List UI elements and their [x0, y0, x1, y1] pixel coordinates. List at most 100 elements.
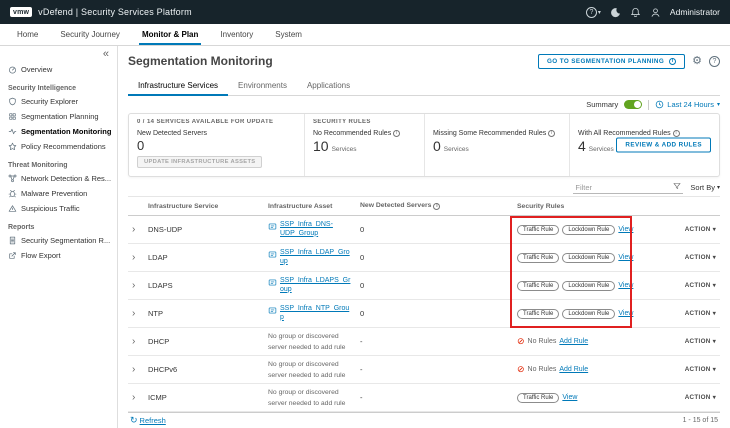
col-infrastructure-asset: Infrastructure Asset	[264, 197, 356, 216]
update-infrastructure-assets-button[interactable]: UPDATE INFRASTRUCTURE ASSETS	[137, 156, 262, 168]
action-dropdown[interactable]: ACTION ▾	[643, 356, 720, 384]
expand-row-icon[interactable]: ›	[132, 364, 135, 375]
action-dropdown[interactable]: ACTION ▾	[643, 384, 720, 412]
tab-environments[interactable]: Environments	[228, 78, 297, 95]
add-rule-link[interactable]: Add Rule	[559, 366, 588, 373]
missing-some-rules-count: 0	[433, 139, 441, 154]
view-rules-link[interactable]: View	[618, 226, 633, 233]
nav-item-home[interactable]: Home	[6, 24, 49, 45]
help-icon: ?	[586, 7, 597, 18]
card-label: New Detected Servers	[137, 130, 207, 137]
star-icon	[8, 142, 17, 151]
tab-applications[interactable]: Applications	[297, 78, 360, 95]
action-dropdown[interactable]: ACTION ▾	[643, 216, 720, 244]
nav-item-inventory[interactable]: Inventory	[209, 24, 264, 45]
sidebar-item-security-segmentation-report[interactable]: Security Segmentation R...	[0, 233, 117, 248]
tab-infrastructure-services[interactable]: Infrastructure Services	[128, 78, 228, 95]
action-dropdown[interactable]: ACTION ▾	[643, 328, 720, 356]
filter-icon[interactable]	[673, 182, 681, 192]
nav-item-system[interactable]: System	[264, 24, 313, 45]
shield-icon	[8, 97, 17, 106]
new-servers-count: -	[356, 328, 513, 356]
traffic-rule-badge: Traffic Rule	[517, 225, 559, 235]
user-icon	[650, 7, 661, 18]
sidebar-item-overview[interactable]: Overview	[0, 62, 117, 77]
expand-row-icon[interactable]: ›	[132, 280, 135, 291]
table-row: › LDAPS SSP_Infra_LDAPS_Group 0 Traffic	[128, 272, 720, 300]
go-to-segmentation-planning-button[interactable]: GO TO SEGMENTATION PLANNING i	[538, 54, 685, 69]
pulse-icon	[8, 127, 17, 136]
table-row: › DNS-UDP SSP_Infra_DNS-UDP_Group 0 Traf	[128, 216, 720, 244]
gauge-icon	[8, 65, 17, 74]
traffic-rule-badge: Traffic Rule	[517, 281, 559, 291]
table-row: › ICMP No group or discovered server nee…	[128, 384, 720, 412]
table-header-row: Infrastructure Service Infrastructure As…	[128, 197, 720, 216]
filter-input[interactable]	[575, 183, 670, 192]
chevron-down-icon: ▾	[717, 102, 720, 108]
service-name: DHCP	[144, 328, 264, 356]
info-icon[interactable]: i	[673, 130, 680, 137]
view-rules-link[interactable]: View	[618, 282, 633, 289]
view-rules-link[interactable]: View	[618, 254, 633, 261]
help-menu[interactable]: ? ▾	[586, 7, 601, 18]
app-window: vmw vDefend | Security Services Platform…	[0, 0, 730, 428]
sort-by-dropdown[interactable]: Sort By ▾	[690, 183, 720, 192]
main-content: Segmentation Monitoring GO TO SEGMENTATI…	[118, 46, 730, 428]
action-dropdown[interactable]: ACTION ▾	[643, 244, 720, 272]
expand-row-icon[interactable]: ›	[132, 336, 135, 347]
sidebar-item-malware-prevention[interactable]: Malware Prevention	[0, 186, 117, 201]
service-name: LDAPS	[144, 272, 264, 300]
sidebar-item-flow-export[interactable]: Flow Export	[0, 248, 117, 263]
action-dropdown[interactable]: ACTION ▾	[643, 300, 720, 328]
asset-link[interactable]: SSP_Infra_LDAP_Group	[280, 249, 352, 267]
view-rules-link[interactable]: View	[562, 394, 577, 401]
new-servers-count: 0	[356, 272, 513, 300]
info-icon[interactable]: i	[433, 203, 440, 210]
summary-toggle[interactable]	[624, 100, 642, 109]
user-menu[interactable]	[650, 7, 661, 18]
gear-icon[interactable]: ⚙	[692, 56, 702, 67]
sidebar-item-network-detection[interactable]: Network Detection & Res...	[0, 171, 117, 186]
sidebar-item-segmentation-planning[interactable]: Segmentation Planning	[0, 109, 117, 124]
table-footer: ↻ Refresh 1 - 15 of 15	[128, 412, 720, 428]
sidebar-item-suspicious-traffic[interactable]: Suspicious Traffic	[0, 201, 117, 216]
chevron-down-icon: ▾	[598, 9, 601, 16]
refresh-icon: ↻	[130, 416, 138, 425]
expand-row-icon[interactable]: ›	[132, 308, 135, 319]
service-name: ICMP	[144, 384, 264, 412]
time-range-dropdown[interactable]: Last 24 Hours ▾	[655, 100, 720, 109]
divider	[648, 100, 649, 110]
sidebar-collapse-icon[interactable]: «	[0, 48, 117, 62]
nav-item-monitor-plan[interactable]: Monitor & Plan	[131, 24, 209, 45]
no-recommended-rules-count: 10	[313, 139, 329, 154]
theme-toggle[interactable]	[610, 7, 621, 18]
expand-row-icon[interactable]: ›	[132, 224, 135, 235]
asset-link[interactable]: SSP_Infra_LDAPS_Group	[280, 277, 352, 295]
username-label[interactable]: Administrator	[670, 7, 720, 17]
notifications-button[interactable]	[630, 7, 641, 18]
asset-link[interactable]: SSP_Infra_DNS-UDP_Group	[280, 221, 352, 239]
chevron-down-icon: ▾	[713, 283, 716, 289]
help-icon[interactable]: ?	[709, 56, 720, 67]
sidebar-item-policy-recommendations[interactable]: Policy Recommendations	[0, 139, 117, 154]
add-rule-link[interactable]: Add Rule	[559, 338, 588, 345]
expand-row-icon[interactable]: ›	[132, 392, 135, 403]
expand-row-icon[interactable]: ›	[132, 252, 135, 263]
view-rules-link[interactable]: View	[618, 310, 633, 317]
card-with-all-rules: With All Recommended Rules i 4 Services …	[569, 114, 719, 176]
refresh-link[interactable]: ↻ Refresh	[130, 416, 166, 425]
action-dropdown[interactable]: ACTION ▾	[643, 272, 720, 300]
sidebar-item-security-explorer[interactable]: Security Explorer	[0, 94, 117, 109]
group-icon	[268, 278, 277, 287]
review-add-rules-button[interactable]: REVIEW & ADD RULES	[616, 138, 711, 153]
unit-label: Services	[444, 146, 469, 154]
no-rules-status: ⊘ No Rules Add Rule	[517, 365, 588, 374]
no-rules-icon: ⊘	[517, 337, 525, 346]
sidebar-item-segmentation-monitoring[interactable]: Segmentation Monitoring	[0, 124, 117, 139]
info-icon[interactable]: i	[548, 130, 555, 137]
summary-cards: 0 / 14 SERVICES AVAILABLE FOR UPDATE New…	[128, 113, 720, 177]
info-icon[interactable]: i	[393, 130, 400, 137]
table-toolbar: Sort By ▾	[128, 177, 720, 196]
nav-item-security-journey[interactable]: Security Journey	[49, 24, 131, 45]
asset-link[interactable]: SSP_Infra_NTP_Group	[280, 305, 352, 323]
